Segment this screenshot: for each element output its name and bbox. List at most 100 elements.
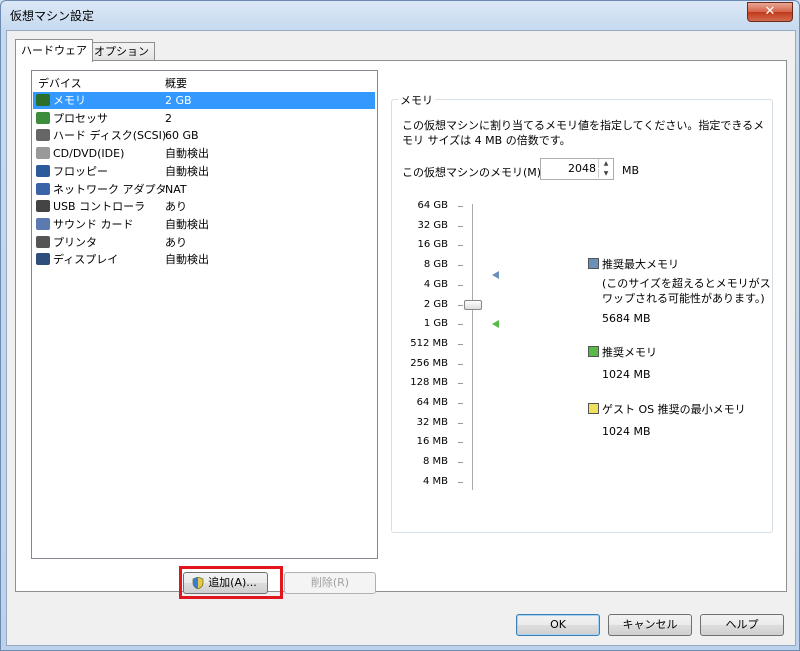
device-name: サウンド カード xyxy=(53,217,134,231)
device-summary: あり xyxy=(165,235,187,249)
device-row[interactable]: USB コントローラ あり xyxy=(33,198,375,215)
scale-tick-label: 32 GB xyxy=(417,219,448,231)
device-row[interactable]: フロッピー 自動検出 xyxy=(33,163,375,180)
highlight-box xyxy=(179,566,283,599)
device-name: プリンタ xyxy=(53,235,97,249)
max-memory-marker-icon xyxy=(492,271,499,280)
memory-value-input[interactable]: 2048 xyxy=(568,162,596,175)
scale-tick-label: 8 MB xyxy=(422,456,448,468)
device-list[interactable]: デバイス 概要 メモリ 2 GB プロセッサ 2 ハード ディスク(SCSI) 60 GB… xyxy=(31,70,378,559)
device-row[interactable]: プリンタ あり xyxy=(33,234,375,251)
scale-tick-label: 256 MB xyxy=(410,357,448,369)
device-name: フロッピー xyxy=(53,164,108,178)
title-bar[interactable]: 仮想マシン設定 ✕ xyxy=(1,1,799,29)
scale-tick-label: 16 GB xyxy=(417,239,448,251)
hard-disk-icon xyxy=(36,129,50,142)
scale-tick-mark xyxy=(458,363,463,365)
scale-tick-label: 64 GB xyxy=(417,200,448,211)
floppy-icon xyxy=(36,164,50,177)
device-row[interactable]: CD/DVD(IDE) 自動検出 xyxy=(33,145,375,162)
scale-tick-mark xyxy=(458,245,463,247)
recommended-memory-marker-icon xyxy=(492,320,499,329)
scale-tick-label: 32 MB xyxy=(416,416,448,428)
legend-swatch-recommended-icon xyxy=(588,346,599,357)
legend-min-label: ゲスト OS 推奨の最小メモリ xyxy=(602,403,746,416)
ok-button[interactable]: OK xyxy=(516,614,600,636)
device-list-header: デバイス 概要 xyxy=(32,71,377,91)
tab-options[interactable]: オプション xyxy=(88,42,155,61)
scale-tick-label: 4 GB xyxy=(423,278,448,290)
column-header-summary[interactable]: 概要 xyxy=(165,75,187,91)
sound-card-icon xyxy=(36,217,50,230)
window-title: 仮想マシン設定 xyxy=(10,9,95,23)
column-header-device[interactable]: デバイス xyxy=(38,75,82,91)
close-button[interactable]: ✕ xyxy=(747,2,793,22)
scale-tick-label: 16 MB xyxy=(416,436,448,448)
scale-tick-mark xyxy=(458,403,463,404)
display-icon xyxy=(36,253,50,266)
scale-tick-mark xyxy=(458,422,463,424)
memory-description: この仮想マシンに割り当てるメモリ値を指定してください。指定できるメモリ サイズは… xyxy=(402,119,765,147)
memory-field-label: この仮想マシンのメモリ(M): xyxy=(402,166,545,179)
device-name: CD/DVD(IDE) xyxy=(53,147,125,161)
device-row[interactable]: ハード ディスク(SCSI) 60 GB xyxy=(33,127,375,144)
device-row[interactable]: サウンド カード 自動検出 xyxy=(33,216,375,233)
usb-icon xyxy=(36,200,50,213)
scale-tick-label: 128 MB xyxy=(410,377,448,389)
scale-tick-label: 4 MB xyxy=(422,475,448,487)
scale-tick-mark xyxy=(458,462,463,464)
legend-swatch-max-icon xyxy=(588,258,599,269)
memory-group: メモリ この仮想マシンに割り当てるメモリ値を指定してください。指定できるメモリ … xyxy=(391,92,773,533)
hardware-tab-panel: デバイス 概要 メモリ 2 GB プロセッサ 2 ハード ディスク(SCSI) 60 GB… xyxy=(15,60,787,599)
device-row[interactable]: プロセッサ 2 xyxy=(33,110,375,127)
device-summary: NAT xyxy=(165,182,187,196)
dialog-client-area: ハードウェア オプション デバイス 概要 メモリ 2 GB プロセッサ 2 ハード ディ… xyxy=(6,30,796,646)
scale-tick-label: 8 GB xyxy=(423,259,448,271)
legend-max-label: 推奨最大メモリ xyxy=(602,258,679,271)
device-row[interactable]: メモリ 2 GB xyxy=(33,92,375,109)
processor-icon xyxy=(36,111,50,124)
device-summary: 60 GB xyxy=(165,129,199,143)
device-summary: 自動検出 xyxy=(165,217,209,231)
device-summary: 2 GB xyxy=(165,94,192,107)
legend-recommended-value: 1024 MB xyxy=(602,368,651,381)
legend-swatch-min-icon xyxy=(588,403,599,414)
device-summary: 自動検出 xyxy=(165,253,209,267)
tab-hardware[interactable]: ハードウェア xyxy=(15,39,93,62)
remove-button[interactable]: 削除(R) xyxy=(284,572,376,594)
memory-unit: MB xyxy=(622,164,640,177)
legend-max-note: (このサイズを超えるとメモリがスワップされる可能性があります。) xyxy=(602,277,771,305)
device-summary: 2 xyxy=(165,111,172,125)
device-row[interactable]: ネットワーク アダプタ NAT xyxy=(33,181,375,198)
legend-recommended-label: 推奨メモリ xyxy=(602,346,657,359)
device-summary: 自動検出 xyxy=(165,164,209,178)
scale-tick-label: 2 GB xyxy=(423,298,448,310)
scale-tick-mark xyxy=(458,206,463,207)
device-name: メモリ xyxy=(53,94,86,107)
memory-spinbox[interactable]: 2048 ▲ ▼ xyxy=(540,158,614,180)
help-button[interactable]: ヘルプ xyxy=(700,614,784,636)
legend-min-value: 1024 MB xyxy=(602,425,651,438)
scale-tick-label: 1 GB xyxy=(423,318,448,330)
network-adapter-icon xyxy=(36,182,50,195)
memory-slider-track[interactable] xyxy=(472,204,473,490)
cd-dvd-icon xyxy=(36,147,50,160)
scale-tick-mark xyxy=(458,284,463,286)
scale-tick-mark xyxy=(458,324,463,326)
scale-tick-mark xyxy=(458,265,463,267)
device-name: USB コントローラ xyxy=(53,200,146,214)
cancel-button[interactable]: キャンセル xyxy=(608,614,692,636)
printer-icon xyxy=(36,235,50,248)
device-row[interactable]: ディスプレイ 自動検出 xyxy=(33,251,375,268)
memory-icon xyxy=(36,94,50,106)
memory-slider-thumb[interactable] xyxy=(464,299,482,310)
scale-tick-mark xyxy=(458,383,463,385)
scale-tick-label: 64 MB xyxy=(416,397,448,408)
vm-settings-window: 仮想マシン設定 ✕ ハードウェア オプション デバイス 概要 メモリ 2 GB プロ… xyxy=(0,0,800,651)
memory-group-title: メモリ xyxy=(398,92,435,108)
device-name: ハード ディスク(SCSI) xyxy=(53,129,167,143)
spin-down-arrow-icon[interactable]: ▼ xyxy=(598,169,613,178)
spin-up-arrow-icon[interactable]: ▲ xyxy=(598,159,613,168)
device-name: プロセッサ xyxy=(53,111,108,125)
device-name: ディスプレイ xyxy=(53,253,119,267)
